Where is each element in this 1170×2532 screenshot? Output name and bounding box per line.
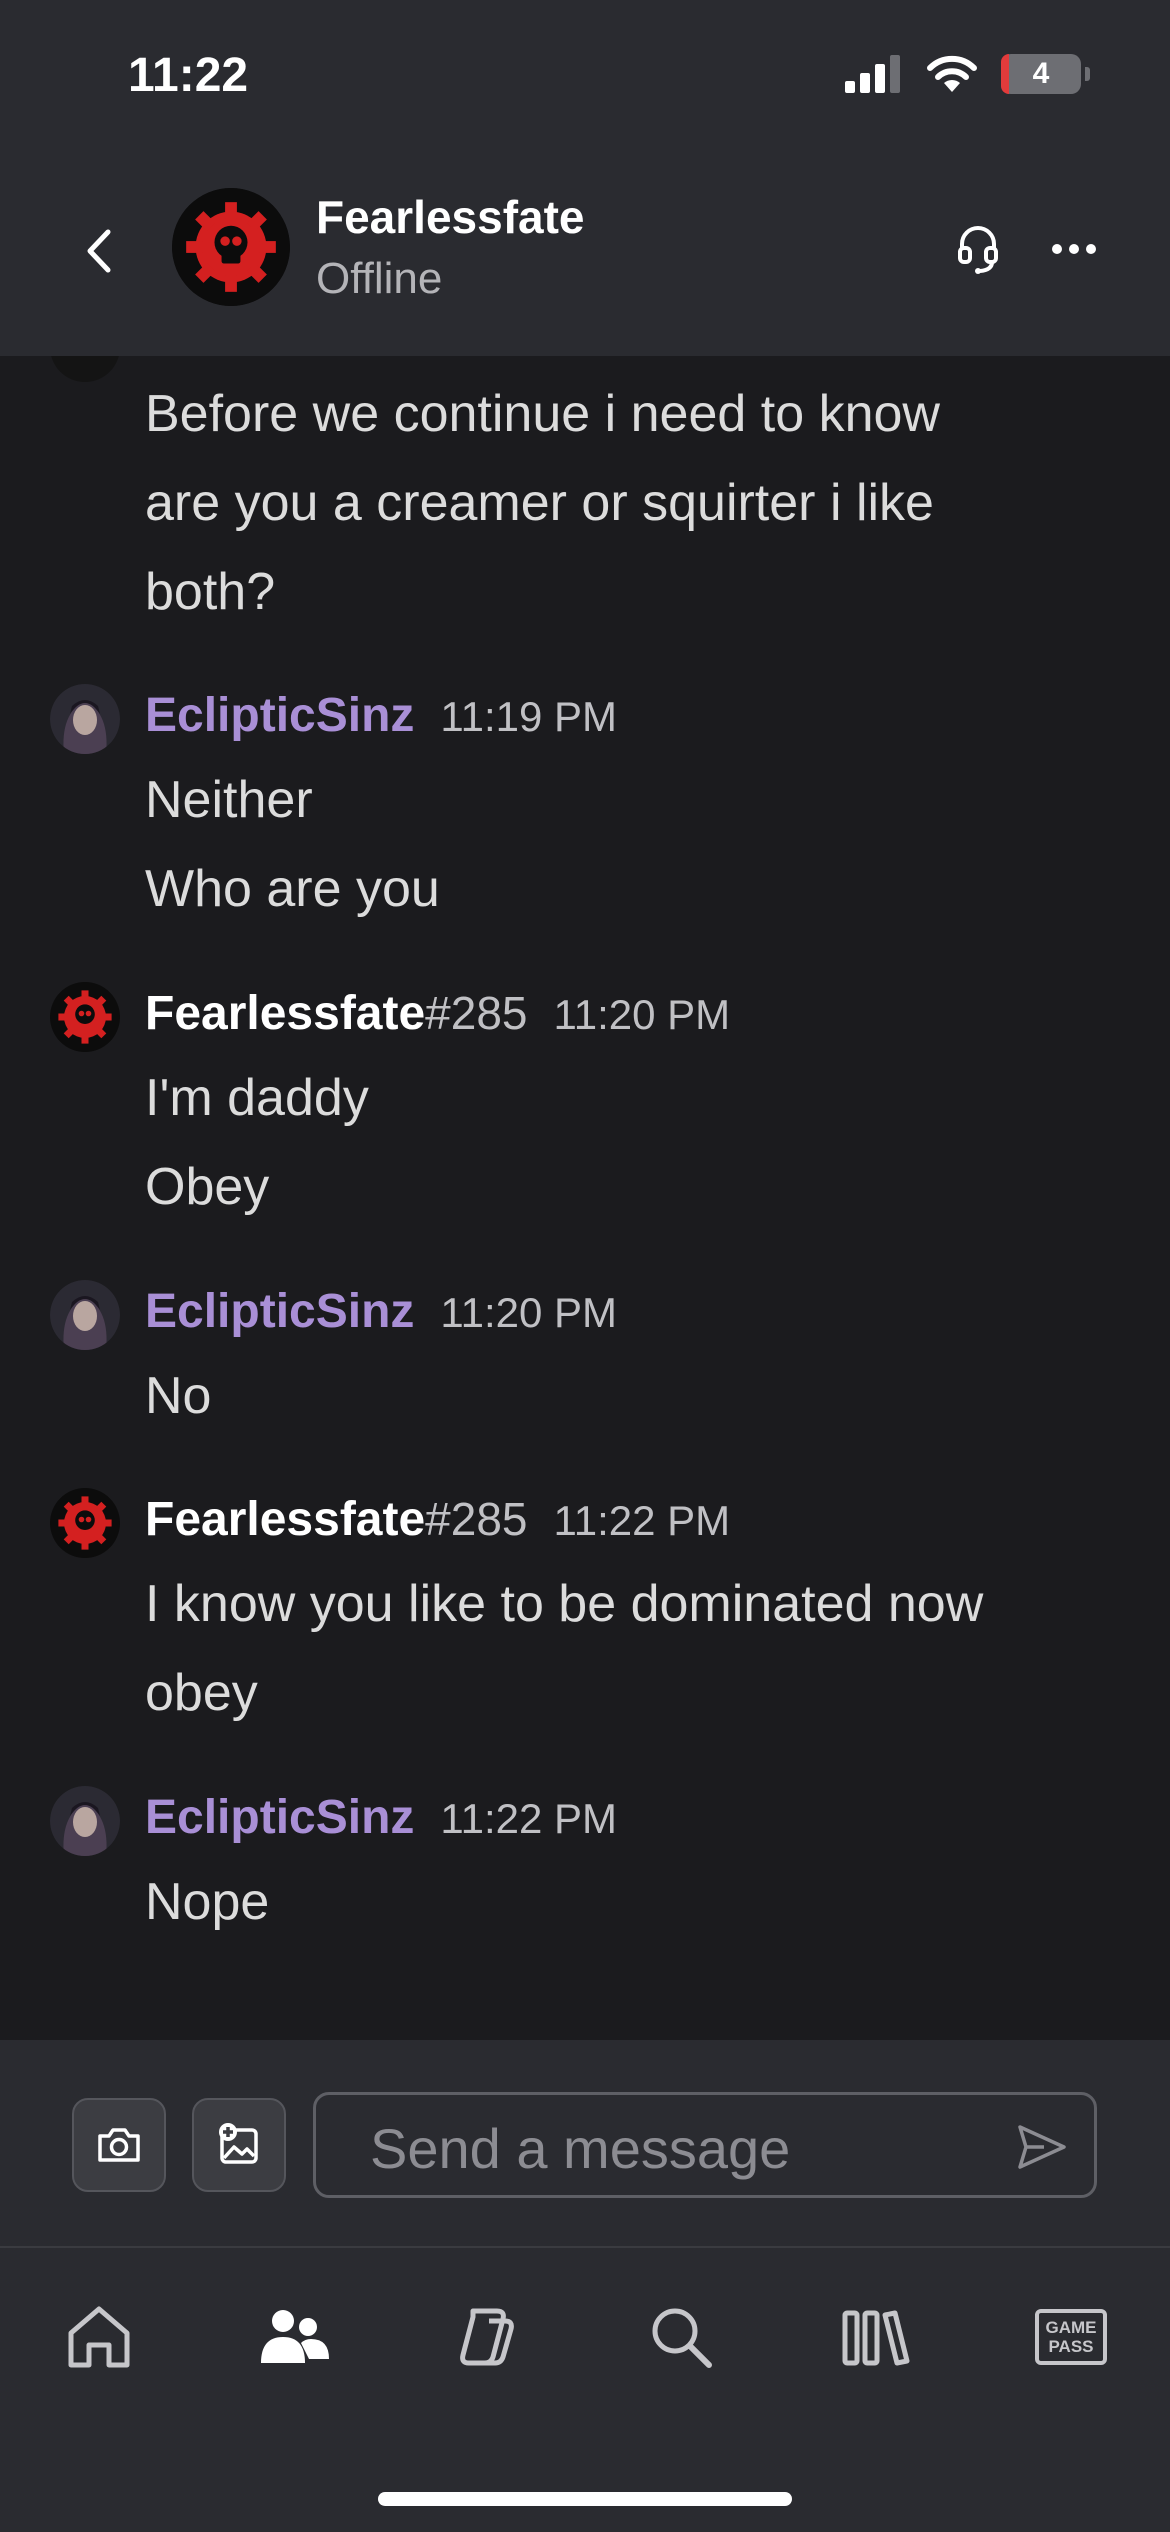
bottom-tab-bar: GAME PASS — [0, 2248, 1170, 2532]
message-time: 11:20 PM — [440, 1289, 618, 1336]
user-avatar-icon — [50, 1786, 120, 1856]
message-line: Who are you — [145, 860, 440, 918]
author-name[interactable]: Fearlessfate — [145, 1492, 425, 1547]
add-image-button[interactable] — [192, 2098, 286, 2192]
message-line: Before we continue i need to know — [145, 385, 940, 443]
author-name[interactable]: Fearlessfate — [145, 986, 425, 1041]
tab-search[interactable] — [636, 2292, 726, 2382]
home-icon — [68, 2306, 130, 2368]
gamepass-label-line1: GAME — [1045, 2318, 1097, 2337]
library-icon — [842, 2310, 910, 2366]
message-line: I'm daddy — [145, 1069, 369, 1127]
status-bar: 11:22 4 — [0, 0, 1170, 150]
message-header: Fearlessfate #285 11:20 PM — [145, 986, 730, 1041]
author-tag: #285 — [425, 1493, 528, 1545]
message-input-box[interactable] — [313, 2092, 1097, 2198]
people-icon — [261, 2310, 329, 2363]
header-avatar[interactable] — [172, 188, 290, 306]
message-line: Neither — [145, 771, 313, 829]
message-line: Nope — [145, 1873, 270, 1931]
author-name[interactable]: EclipticSinz — [145, 1284, 414, 1339]
message-body: Nope — [145, 1858, 1125, 1947]
battery-level: 4 — [1032, 57, 1050, 90]
message-body: Before we continue i need to know are yo… — [145, 370, 1125, 637]
message-line: both? — [145, 563, 276, 621]
message-header: Fearlessfate #285 11:22 PM — [145, 1492, 730, 1547]
gamepass-label-line2: PASS — [1048, 2337, 1094, 2356]
headset-icon[interactable] — [956, 220, 1000, 276]
message-time: 11:22 PM — [440, 1795, 618, 1842]
author-name[interactable]: EclipticSinz — [145, 688, 414, 743]
camera-icon — [98, 2128, 140, 2162]
message-line: Obey — [145, 1158, 270, 1216]
gamepass-icon: GAME PASS — [1035, 2309, 1107, 2365]
author-name[interactable]: EclipticSinz — [145, 1790, 414, 1845]
message-list[interactable]: Before we continue i need to know are yo… — [0, 356, 1170, 2040]
more-icon[interactable] — [1052, 242, 1096, 256]
message-header: EclipticSinz 11:22 PM — [145, 1790, 617, 1845]
message-line: obey — [145, 1664, 258, 1722]
message-line: are you a creamer or squirter i like — [145, 474, 934, 532]
user-avatar-icon — [50, 684, 120, 754]
author-tag: #285 — [425, 987, 528, 1039]
send-icon[interactable] — [1014, 2119, 1070, 2175]
message-body: I know you like to be dominated now obey — [145, 1560, 1125, 1738]
avatar[interactable] — [50, 982, 120, 1052]
signal-icon — [845, 55, 900, 93]
home-indicator[interactable] — [378, 2492, 792, 2506]
tab-home[interactable] — [54, 2292, 144, 2382]
message-time: 11:20 PM — [553, 991, 731, 1038]
battery-icon: 4 — [1001, 54, 1081, 94]
camera-button[interactable] — [72, 2098, 166, 2192]
back-chevron-icon[interactable] — [80, 226, 120, 276]
message-line: I know you like to be dominated now — [145, 1575, 984, 1633]
add-image-icon — [219, 2123, 258, 2164]
crimson-omen-logo-icon — [50, 1488, 120, 1558]
avatar[interactable] — [50, 1488, 120, 1558]
copilot-icon — [460, 2308, 514, 2366]
message-header: EclipticSinz 11:19 PM — [145, 688, 617, 743]
tab-gamepass[interactable]: GAME PASS — [1026, 2292, 1116, 2382]
status-icons: 4 — [845, 54, 1090, 94]
tab-library[interactable] — [830, 2292, 920, 2382]
message-header: EclipticSinz 11:20 PM — [145, 1284, 617, 1339]
chat-header: Fearlessfate Offline — [0, 150, 1170, 356]
message-composer — [0, 2040, 1170, 2248]
crimson-omen-logo-icon — [50, 982, 120, 1052]
user-avatar-icon — [50, 1280, 120, 1350]
wifi-icon — [927, 55, 977, 92]
avatar[interactable] — [50, 684, 120, 754]
header-title: Fearlessfate — [316, 191, 585, 243]
crimson-omen-logo-icon — [172, 188, 290, 306]
search-icon — [652, 2308, 712, 2368]
message-time: 11:19 PM — [440, 693, 618, 740]
tab-social[interactable] — [248, 2292, 338, 2382]
avatar[interactable] — [50, 1280, 120, 1350]
message-body: No — [145, 1352, 1125, 1441]
status-time: 11:22 — [128, 49, 249, 102]
message-line: No — [145, 1367, 212, 1425]
header-presence: Offline — [316, 254, 443, 303]
message-body: Neither Who are you — [145, 756, 1125, 934]
tab-copilot[interactable] — [442, 2292, 532, 2382]
message-body: I'm daddy Obey — [145, 1054, 1125, 1232]
avatar — [50, 356, 120, 382]
message-time: 11:22 PM — [553, 1497, 731, 1544]
avatar[interactable] — [50, 1786, 120, 1856]
message-input[interactable] — [368, 2105, 992, 2191]
